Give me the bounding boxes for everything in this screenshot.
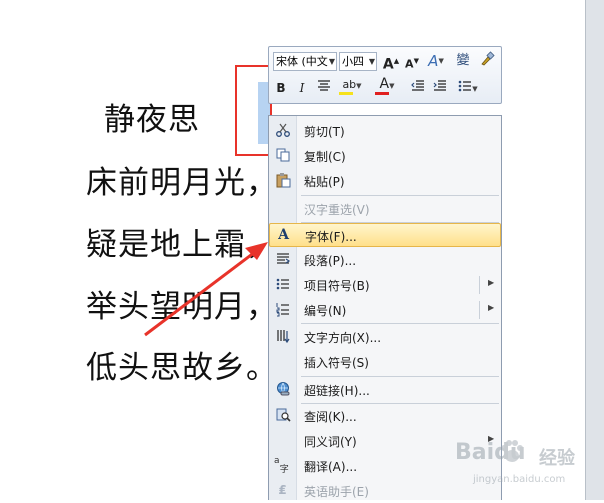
font-name-box[interactable]: 宋体 (中文 ▼: [273, 52, 337, 71]
chevron-down-icon: ▼: [368, 57, 375, 66]
font-color-button[interactable]: A▼: [373, 76, 401, 96]
hyperlink-icon: [274, 381, 291, 398]
bullets-button[interactable]: ▼: [453, 79, 483, 98]
scissors-icon: [274, 122, 291, 139]
menu-item-copy[interactable]: 复制(C): [269, 144, 501, 168]
poem-title: 静夜思: [104, 102, 200, 138]
watermark-url: jingyan.baidu.com: [473, 474, 566, 485]
poem-line-4: 低头思故乡。: [86, 350, 278, 386]
format-painter-button[interactable]: [477, 51, 497, 70]
font-icon: A: [278, 227, 289, 243]
font-color-swatch: [375, 92, 389, 95]
text-direction-icon: [274, 328, 291, 345]
watermark-subtext: 经验: [539, 448, 575, 469]
menu-item-numbering[interactable]: 编号(N) ▶: [269, 298, 501, 322]
bold-button[interactable]: B: [273, 79, 289, 98]
paste-icon: [274, 172, 291, 189]
shrink-font-button[interactable]: A▼: [403, 52, 421, 71]
decrease-indent-button[interactable]: [409, 79, 427, 98]
menu-item-text-direction[interactable]: 文字方向(X)...: [269, 325, 501, 349]
annotation-highlight-box: [235, 65, 272, 156]
menu-item-paragraph[interactable]: 段落(P)...: [269, 248, 501, 272]
poem-line-2: 疑是地上霜，: [86, 227, 278, 263]
watermark-brand: Baidu: [455, 440, 526, 465]
menu-separator: [301, 323, 499, 324]
bullets-icon: [458, 80, 472, 92]
poem-line-3: 举头望明月，: [86, 289, 278, 325]
menu-item-bullets[interactable]: 项目符号(B) ▶: [269, 273, 501, 297]
highlight-button[interactable]: ab▼: [337, 77, 367, 96]
font-size-box[interactable]: 小四 ▼: [339, 52, 377, 71]
baidu-watermark: Baidu 经验 jingyan.baidu.com: [455, 430, 600, 495]
submenu-arrow-icon: ▶: [488, 303, 495, 312]
italic-button[interactable]: I: [294, 79, 310, 98]
numbering-icon: [274, 301, 291, 318]
menu-item-paste[interactable]: 粘贴(P): [269, 169, 501, 193]
font-name-value: 宋体 (中文: [276, 55, 328, 68]
english-assistant-icon: ₤: [278, 483, 287, 497]
bullets-icon: [274, 276, 291, 293]
increase-indent-button[interactable]: [431, 79, 449, 98]
decrease-indent-icon: [411, 80, 424, 91]
paragraph-icon: [274, 251, 291, 268]
brush-icon: [481, 51, 495, 66]
increase-indent-icon: [433, 80, 446, 91]
submenu-arrow-icon: ▶: [488, 278, 495, 287]
research-icon: [274, 407, 291, 424]
translate-icon: a 字: [274, 456, 289, 475]
mini-toolbar: 宋体 (中文 ▼ 小四 ▼ A▲ A▼ A▼ 變 B I ab▼ A▼ ▼: [268, 46, 502, 104]
grow-font-button[interactable]: A▲: [382, 52, 400, 73]
menu-separator: [301, 376, 499, 377]
highlight-color-swatch: [339, 92, 353, 95]
font-size-value: 小四: [342, 55, 364, 68]
align-center-icon: [318, 80, 330, 91]
phonetic-guide-button[interactable]: 變: [453, 51, 473, 70]
center-align-button[interactable]: [315, 79, 333, 98]
copy-icon: [274, 147, 291, 164]
page-edge: [585, 0, 604, 500]
submenu-divider: [479, 276, 480, 294]
styles-button[interactable]: A▼: [424, 52, 448, 71]
menu-item-font[interactable]: A 字体(F)...: [269, 223, 501, 247]
submenu-divider: [479, 301, 480, 319]
poem-line-1: 床前明月光，: [86, 165, 278, 201]
menu-item-reconvert: 汉字重选(V): [304, 203, 370, 217]
menu-item-cut[interactable]: 剪切(T): [269, 119, 501, 143]
menu-item-research[interactable]: 查阅(K)...: [269, 404, 501, 428]
chevron-down-icon: ▼: [328, 57, 335, 66]
menu-separator: [301, 195, 499, 196]
menu-item-hyperlink[interactable]: 超链接(H)...: [269, 378, 501, 402]
menu-item-insert-symbol[interactable]: 插入符号(S): [269, 350, 501, 374]
